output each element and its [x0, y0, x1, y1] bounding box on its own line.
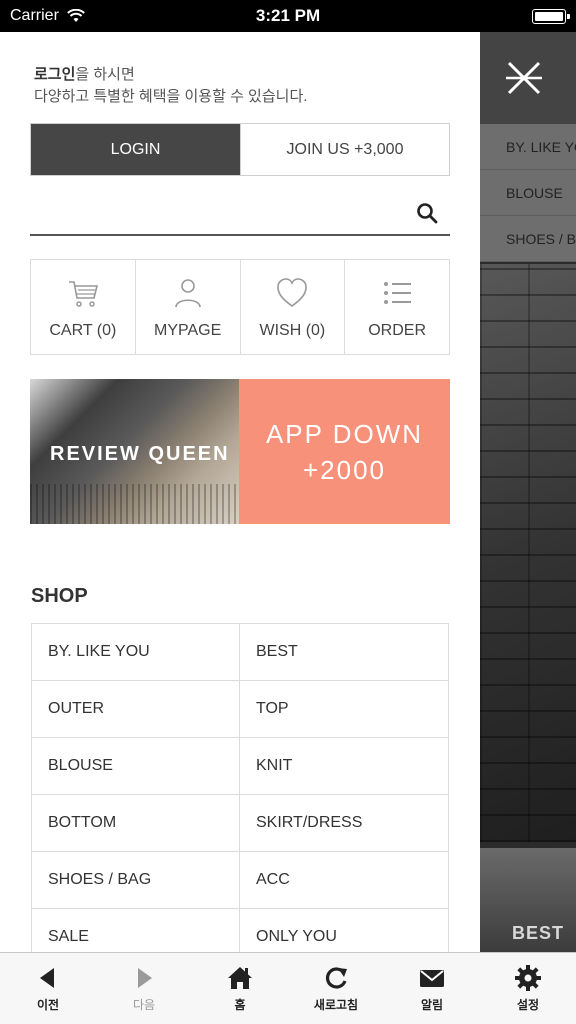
wifi-icon	[67, 9, 85, 22]
mail-icon	[420, 970, 444, 987]
login-greeting: 로그인을 하시면 다양하고 특별한 혜택을 이용할 수 있습니다.	[34, 64, 307, 108]
user-icon	[174, 279, 201, 308]
back-button[interactable]: 이전	[0, 953, 96, 1024]
backdrop-header	[480, 32, 576, 124]
carrier-label: Carrier	[10, 7, 59, 24]
shop-item-top[interactable]: TOP	[240, 681, 449, 738]
bottom-toolbar: 이전 다음 홈 새로고침 알림 설정	[0, 952, 576, 1024]
quick-links: CART (0) MYPAGE WISH (0) ORDER	[30, 259, 450, 355]
order-link[interactable]: ORDER	[345, 260, 449, 354]
forward-button[interactable]: 다음	[96, 953, 192, 1024]
shop-item-shoes-bag[interactable]: SHOES / BAG	[32, 852, 240, 909]
shop-item-by-like-you[interactable]: BY. LIKE YOU	[32, 624, 240, 681]
shop-item-skirt-dress[interactable]: SKIRT/DRESS	[240, 795, 449, 852]
search-icon[interactable]	[416, 202, 438, 224]
shop-item-best[interactable]: BEST	[240, 624, 449, 681]
order-label: ORDER	[368, 322, 427, 339]
cart-link[interactable]: CART (0)	[31, 260, 136, 354]
forward-label: 다음	[132, 998, 156, 1012]
backdrop-photo-2: BEST	[480, 848, 576, 952]
backdrop-menu-item: SHOES / BAG	[480, 216, 576, 262]
mypage-link[interactable]: MYPAGE	[136, 260, 241, 354]
notification-label: 알림	[420, 998, 444, 1012]
promo-banner: REVIEW QUEEN APP DOWN +2000	[30, 379, 450, 524]
home-label: 홈	[234, 998, 246, 1012]
refresh-icon	[325, 967, 347, 989]
backdrop-best-label: BEST	[512, 923, 565, 943]
status-time: 3:21 PM	[255, 6, 321, 25]
shop-item-outer[interactable]: OUTER	[32, 681, 240, 738]
login-button[interactable]: LOGIN	[31, 124, 240, 175]
wish-link[interactable]: WISH (0)	[241, 260, 346, 354]
shop-item-sale[interactable]: SALE	[32, 909, 240, 952]
shop-category-grid: BY. LIKE YOU BEST OUTER TOP BLOUSE KNIT …	[31, 623, 449, 952]
cart-label: CART (0)	[49, 322, 117, 339]
shop-item-acc[interactable]: ACC	[240, 852, 449, 909]
settings-button[interactable]: 설정	[480, 953, 576, 1024]
close-drawer-icon[interactable]	[506, 60, 542, 96]
back-label: 이전	[36, 998, 60, 1012]
backdrop-menu-item: BY. LIKE YOU	[480, 124, 576, 170]
mypage-label: MYPAGE	[153, 322, 222, 339]
side-drawer: 로그인을 하시면 다양하고 특별한 혜택을 이용할 수 있습니다. LOGIN …	[0, 32, 480, 952]
status-left: Carrier	[10, 7, 85, 25]
home-button[interactable]: 홈	[192, 953, 288, 1024]
join-button[interactable]: JOIN US +3,000	[240, 124, 449, 175]
notification-button[interactable]: 알림	[384, 953, 480, 1024]
shop-item-knit[interactable]: KNIT	[240, 738, 449, 795]
shop-item-blouse[interactable]: BLOUSE	[32, 738, 240, 795]
home-icon	[228, 967, 252, 989]
gear-icon	[515, 965, 541, 991]
search-input[interactable]	[30, 192, 450, 236]
app-down-line1: APP DOWN	[265, 418, 424, 449]
app-down-banner[interactable]: APP DOWN +2000	[239, 379, 450, 524]
review-queen-text: REVIEW QUEEN	[50, 443, 230, 465]
greeting-rest: 을 하시면	[75, 66, 135, 83]
backdrop-menu-item: BLOUSE	[480, 170, 576, 216]
back-arrow-icon	[40, 968, 54, 988]
review-queen-banner[interactable]: REVIEW QUEEN	[30, 379, 239, 524]
shop-item-only-you[interactable]: ONLY YOU	[240, 909, 449, 952]
greeting-strong: 로그인	[34, 66, 76, 83]
app-down-line2: +2000	[302, 454, 387, 485]
status-bar: Carrier 3:21 PM	[0, 0, 576, 32]
cart-icon	[68, 281, 98, 307]
shop-title: SHOP	[31, 585, 88, 607]
refresh-button[interactable]: 새로고침	[288, 953, 384, 1024]
backdrop-page: BY. LIKE YOU BLOUSE SHOES / BAG BEST	[480, 32, 576, 952]
settings-label: 설정	[516, 998, 540, 1012]
forward-arrow-icon	[138, 968, 152, 988]
backdrop-photo	[480, 264, 576, 842]
refresh-label: 새로고침	[313, 998, 359, 1012]
battery-icon	[532, 8, 570, 24]
greeting-line2: 다양하고 특별한 혜택을 이용할 수 있습니다.	[34, 88, 308, 105]
shop-item-bottom[interactable]: BOTTOM	[32, 795, 240, 852]
auth-buttons: LOGIN JOIN US +3,000	[30, 123, 450, 176]
backdrop-menu: BY. LIKE YOU BLOUSE SHOES / BAG	[480, 124, 576, 262]
wish-label: WISH (0)	[259, 322, 326, 339]
list-icon	[384, 282, 412, 304]
heart-icon	[277, 278, 308, 307]
